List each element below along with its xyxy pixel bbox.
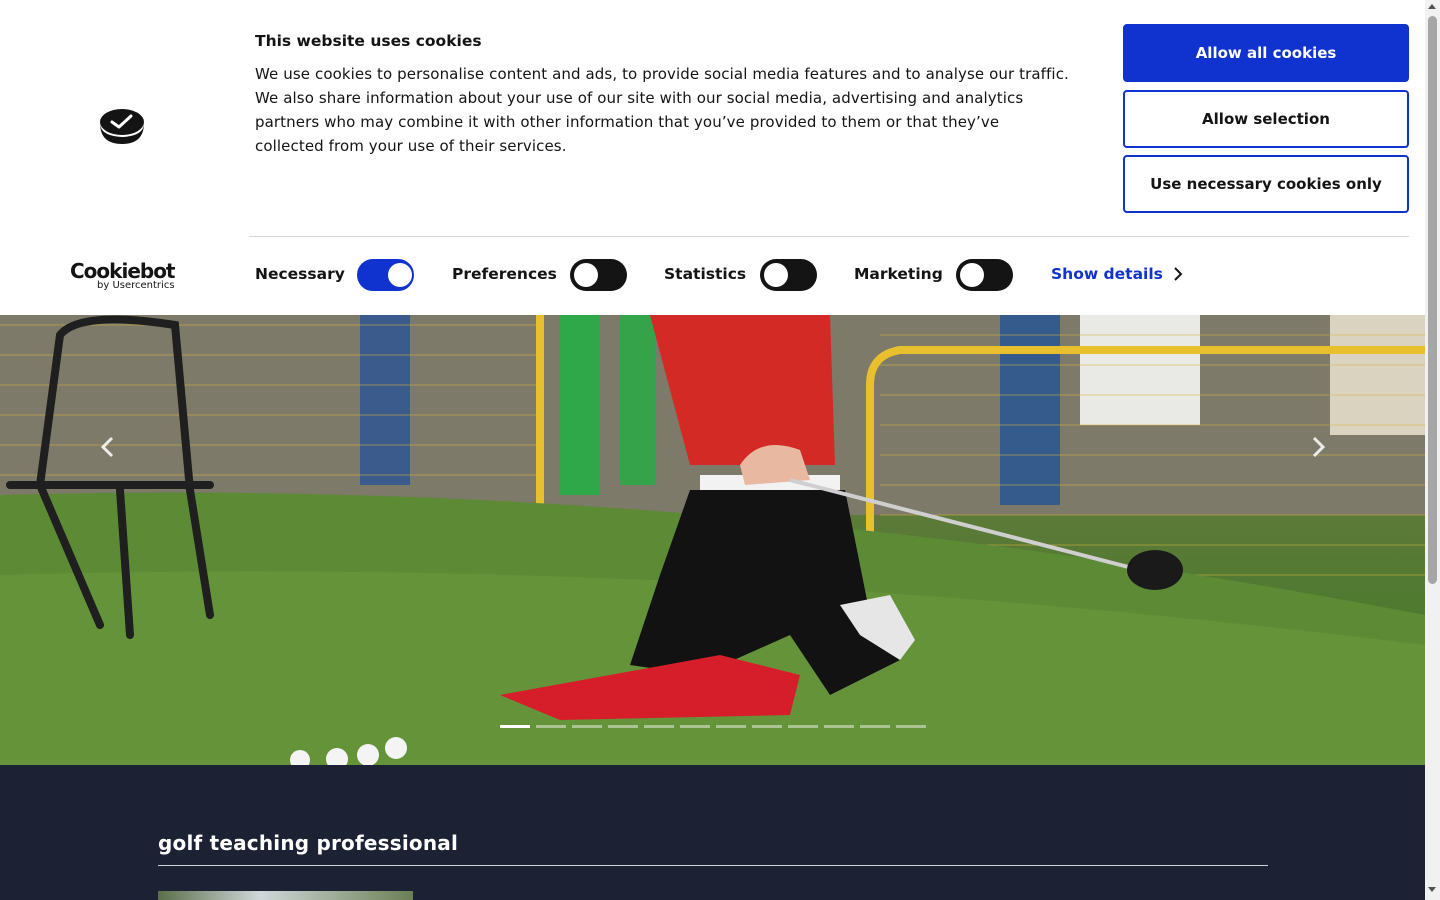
carousel-indicator[interactable] <box>896 725 926 728</box>
hero-carousel <box>0 315 1425 765</box>
carousel-indicator[interactable] <box>608 725 638 728</box>
carousel-indicator[interactable] <box>572 725 602 728</box>
carousel-indicator[interactable] <box>860 725 890 728</box>
preferences-toggle[interactable] <box>570 259 627 291</box>
content-section: golf teaching professional <box>0 765 1425 900</box>
marketing-toggle[interactable] <box>956 259 1013 291</box>
statistics-toggle[interactable] <box>760 259 817 291</box>
carousel-indicator[interactable] <box>680 725 710 728</box>
necessary-toggle[interactable] <box>357 259 414 291</box>
scroll-down-arrow-icon[interactable] <box>1428 887 1436 892</box>
toggle-knob <box>574 263 598 287</box>
carousel-indicator[interactable] <box>500 725 530 728</box>
carousel-next-button[interactable] <box>1306 435 1330 459</box>
scrollbar-thumb[interactable] <box>1428 16 1437 584</box>
cookie-consent-banner: Cookiebot by Usercentrics This website u… <box>0 0 1425 315</box>
section-title: golf teaching professional <box>158 831 459 855</box>
cookiebot-logo: Cookiebot by Usercentrics <box>70 259 176 292</box>
toggle-knob <box>960 263 984 287</box>
chevron-right-icon <box>1174 267 1183 281</box>
cookie-banner-title: This website uses cookies <box>255 32 482 50</box>
golfer-photo <box>0 315 1425 765</box>
carousel-indicator[interactable] <box>644 725 674 728</box>
cookiebot-wordmark: Cookiebot <box>70 259 176 283</box>
necessary-cookies-only-button[interactable]: Use necessary cookies only <box>1123 155 1409 213</box>
chevron-right-icon <box>1312 436 1326 458</box>
toggle-knob <box>764 263 788 287</box>
content-image <box>158 891 413 900</box>
necessary-label: Necessary <box>255 265 345 283</box>
carousel-indicator[interactable] <box>824 725 854 728</box>
preferences-label: Preferences <box>452 265 557 283</box>
marketing-label: Marketing <box>854 265 943 283</box>
allow-selection-button[interactable]: Allow selection <box>1123 90 1409 148</box>
statistics-label: Statistics <box>664 265 747 283</box>
scroll-up-arrow-icon[interactable] <box>1428 4 1436 9</box>
carousel-indicators <box>500 725 926 728</box>
cookie-banner-divider <box>249 236 1409 237</box>
show-details-label: Show details <box>1051 265 1163 283</box>
carousel-indicator[interactable] <box>716 725 746 728</box>
section-divider <box>158 865 1268 866</box>
carousel-indicator[interactable] <box>536 725 566 728</box>
cookie-banner-text: We use cookies to personalise content an… <box>255 65 1069 155</box>
show-details-link[interactable]: Show details <box>1051 265 1183 283</box>
chevron-left-icon <box>100 436 114 458</box>
cookiebot-icon <box>98 108 146 146</box>
carousel-indicator[interactable] <box>752 725 782 728</box>
cookiebot-byline: by Usercentrics <box>97 280 175 291</box>
page-scrollbar[interactable] <box>1425 0 1440 900</box>
toggle-knob <box>388 263 412 287</box>
allow-all-cookies-button[interactable]: Allow all cookies <box>1123 24 1409 82</box>
carousel-prev-button[interactable] <box>96 435 120 459</box>
carousel-indicator[interactable] <box>788 725 818 728</box>
